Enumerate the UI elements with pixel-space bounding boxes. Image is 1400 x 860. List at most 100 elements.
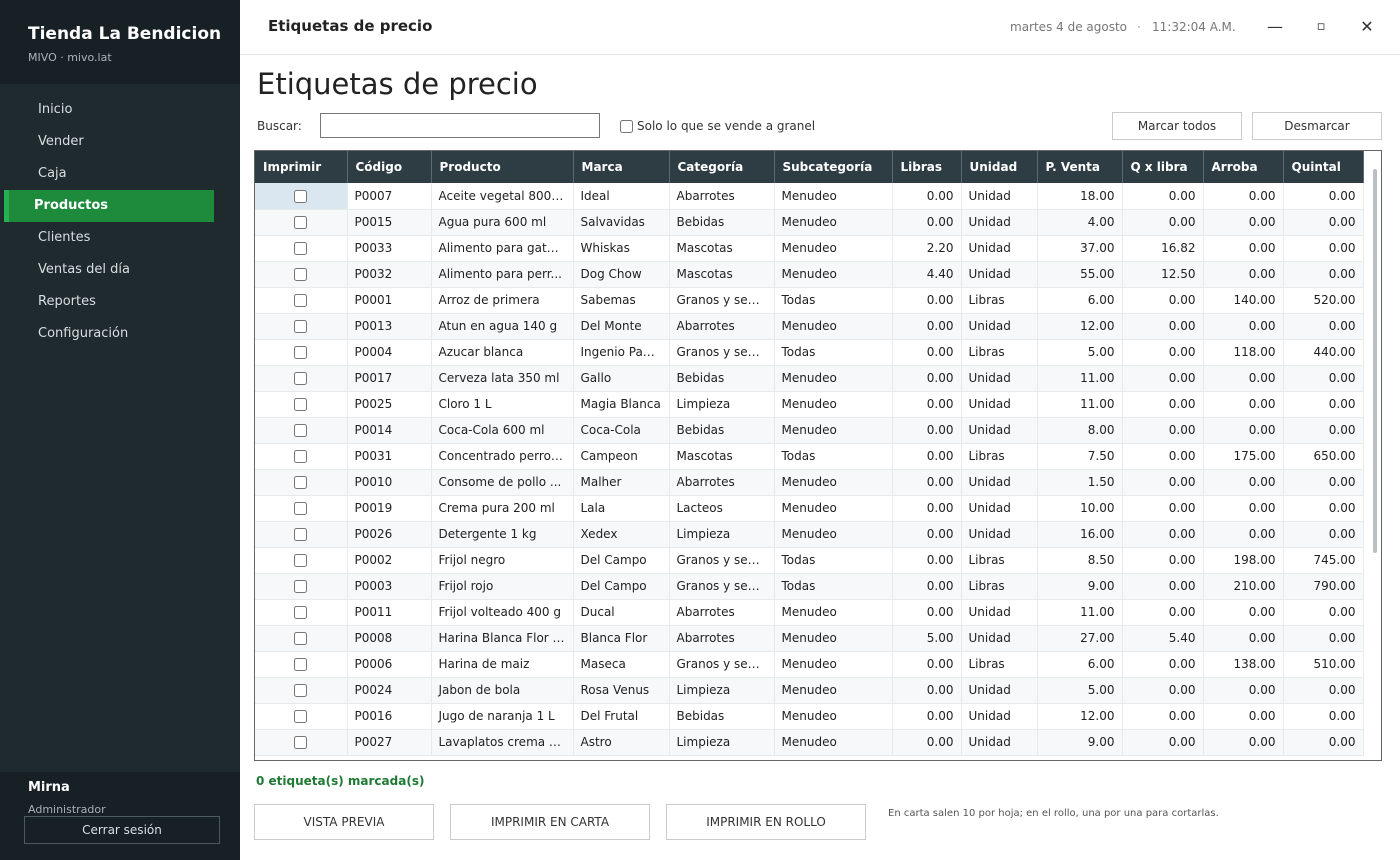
- column-header[interactable]: Producto: [431, 151, 574, 183]
- sidebar-item-inicio[interactable]: Inicio: [4, 94, 214, 126]
- mark-all-button[interactable]: Marcar todos: [1112, 112, 1242, 140]
- print-cell[interactable]: [255, 547, 348, 574]
- print-checkbox[interactable]: [294, 632, 308, 645]
- print-checkbox[interactable]: [294, 450, 308, 463]
- column-header[interactable]: Subcategoría: [774, 151, 893, 183]
- print-checkbox[interactable]: [294, 424, 308, 437]
- print-checkbox[interactable]: [294, 684, 308, 697]
- column-header[interactable]: Q x libra: [1122, 151, 1204, 183]
- table-row[interactable]: P0014 Coca-Cola 600 ml Coca-Cola Bebidas Men…: [255, 417, 1364, 444]
- print-cell[interactable]: [255, 729, 348, 756]
- unmark-button[interactable]: Desmarcar: [1252, 112, 1382, 140]
- column-header[interactable]: Arroba: [1203, 151, 1284, 183]
- table-row[interactable]: P0011 Frijol volteado 400 g Ducal Abarrotes…: [255, 599, 1364, 626]
- table-row[interactable]: P0032 Alimento para perr... Dog Chow Mascot…: [255, 261, 1364, 288]
- print-checkbox[interactable]: [294, 476, 308, 489]
- print-checkbox[interactable]: [294, 268, 308, 281]
- table-row[interactable]: P0017 Cerveza lata 350 ml Gallo Bebidas Menu…: [255, 365, 1364, 392]
- column-header[interactable]: Unidad: [961, 151, 1038, 183]
- close-icon[interactable]: ✕: [1354, 14, 1380, 40]
- table-row[interactable]: P0015 Agua pura 600 ml Salvavidas Bebidas Me…: [255, 209, 1364, 236]
- table-row[interactable]: P0006 Harina de maiz Maseca Granos y sem...…: [255, 651, 1364, 678]
- print-cell[interactable]: [255, 391, 348, 418]
- table-row[interactable]: P0027 Lavaplatos crema 4... Astro Limpieza M…: [255, 729, 1364, 756]
- print-checkbox[interactable]: [294, 294, 308, 307]
- table-row[interactable]: P0016 Jugo de naranja 1 L Del Frutal Bebida…: [255, 703, 1364, 730]
- table-row[interactable]: P0031 Concentrado perro ... Campeon Mascota…: [255, 443, 1364, 470]
- print-cell[interactable]: [255, 599, 348, 626]
- print-checkbox[interactable]: [294, 554, 308, 567]
- print-checkbox[interactable]: [294, 606, 308, 619]
- print-cell[interactable]: [255, 313, 348, 340]
- table-row[interactable]: P0007 Aceite vegetal 800 ml Ideal Abarrotes…: [255, 183, 1364, 210]
- print-letter-button[interactable]: IMPRIMIR EN CARTA: [450, 804, 650, 840]
- print-cell[interactable]: [255, 365, 348, 392]
- print-checkbox[interactable]: [294, 398, 308, 411]
- table-row[interactable]: P0026 Detergente 1 kg Xedex Limpieza Menudeo…: [255, 521, 1364, 548]
- table-row[interactable]: P0019 Crema pura 200 ml Lala Lacteos Menudeo…: [255, 495, 1364, 522]
- print-checkbox[interactable]: [294, 189, 308, 203]
- table-row[interactable]: P0003 Frijol rojo Del Campo Granos y sem...…: [255, 573, 1364, 600]
- print-cell[interactable]: [255, 521, 348, 548]
- print-checkbox[interactable]: [294, 580, 308, 593]
- print-cell[interactable]: [255, 703, 348, 730]
- granel-filter[interactable]: Solo lo que se vende a granel: [620, 119, 815, 133]
- print-cell[interactable]: [255, 339, 348, 366]
- granel-checkbox[interactable]: [620, 119, 633, 133]
- column-header[interactable]: Libras: [892, 151, 962, 183]
- sidebar-item-ventas-del-día[interactable]: Ventas del día: [4, 254, 214, 286]
- print-checkbox[interactable]: [294, 736, 308, 749]
- print-checkbox[interactable]: [294, 710, 308, 723]
- print-cell[interactable]: [255, 209, 348, 236]
- print-cell[interactable]: [255, 417, 348, 444]
- search-input[interactable]: [320, 113, 600, 138]
- column-header[interactable]: Código: [347, 151, 432, 183]
- column-header[interactable]: Quintal: [1283, 151, 1364, 183]
- table-row[interactable]: P0010 Consome de pollo ... Malher Abarrotes…: [255, 469, 1364, 496]
- table-row[interactable]: P0013 Atun en agua 140 g Del Monte Abarrote…: [255, 313, 1364, 340]
- print-cell[interactable]: [255, 235, 348, 262]
- print-cell[interactable]: [255, 495, 348, 522]
- print-cell[interactable]: [255, 625, 348, 652]
- table-row[interactable]: P0008 Harina Blanca Flor 5... Blanca Flor A…: [255, 625, 1364, 652]
- print-cell[interactable]: [255, 469, 348, 496]
- column-header[interactable]: P. Venta: [1037, 151, 1123, 183]
- sidebar-item-reportes[interactable]: Reportes: [4, 286, 214, 318]
- print-checkbox[interactable]: [294, 320, 308, 333]
- sidebar-item-clientes[interactable]: Clientes: [4, 222, 214, 254]
- table-row[interactable]: P0033 Alimento para gato ... Whiskas Mascot…: [255, 235, 1364, 262]
- preview-button[interactable]: VISTA PREVIA: [254, 804, 434, 840]
- print-checkbox[interactable]: [294, 242, 308, 255]
- sidebar-item-configuración[interactable]: Configuración: [4, 318, 214, 350]
- table-row[interactable]: P0024 Jabon de bola Rosa Venus Limpieza Menu…: [255, 677, 1364, 704]
- column-header[interactable]: Categoría: [669, 151, 775, 183]
- sidebar-item-caja[interactable]: Caja: [4, 158, 214, 190]
- print-checkbox[interactable]: [294, 658, 308, 671]
- print-cell[interactable]: [255, 261, 348, 288]
- print-cell[interactable]: [255, 287, 348, 314]
- logout-button[interactable]: Cerrar sesión: [24, 816, 220, 844]
- print-checkbox[interactable]: [294, 216, 308, 229]
- minimize-icon[interactable]: —: [1262, 14, 1288, 40]
- table-row[interactable]: P0025 Cloro 1 L Magia Blanca Limpieza Menude…: [255, 391, 1364, 418]
- sidebar-item-vender[interactable]: Vender: [4, 126, 214, 158]
- print-cell[interactable]: [255, 651, 348, 678]
- print-checkbox[interactable]: [294, 502, 308, 515]
- print-cell[interactable]: [255, 443, 348, 470]
- table-row[interactable]: P0002 Frijol negro Del Campo Granos y sem..…: [255, 547, 1364, 574]
- sidebar-item-productos[interactable]: Productos: [4, 190, 214, 222]
- column-header[interactable]: Marca: [573, 151, 670, 183]
- print-cell[interactable]: [255, 677, 348, 704]
- print-checkbox[interactable]: [294, 372, 308, 385]
- print-checkbox[interactable]: [294, 346, 308, 359]
- maximize-icon[interactable]: ▫: [1308, 14, 1334, 40]
- table-row[interactable]: P0004 Azucar blanca Ingenio Pan... Granos y…: [255, 339, 1364, 366]
- print-checkbox[interactable]: [294, 528, 308, 541]
- vertical-scrollbar[interactable]: [1373, 169, 1377, 553]
- print-cell[interactable]: [255, 183, 348, 210]
- column-header[interactable]: Imprimir: [255, 151, 348, 183]
- print-roll-button[interactable]: IMPRIMIR EN ROLLO: [666, 804, 866, 840]
- products-grid[interactable]: Imprimir Código Producto Marca Categoría Subc…: [254, 150, 1382, 761]
- table-row[interactable]: P0001 Arroz de primera Sabemas Granos y sem…: [255, 287, 1364, 314]
- print-cell[interactable]: [255, 573, 348, 600]
